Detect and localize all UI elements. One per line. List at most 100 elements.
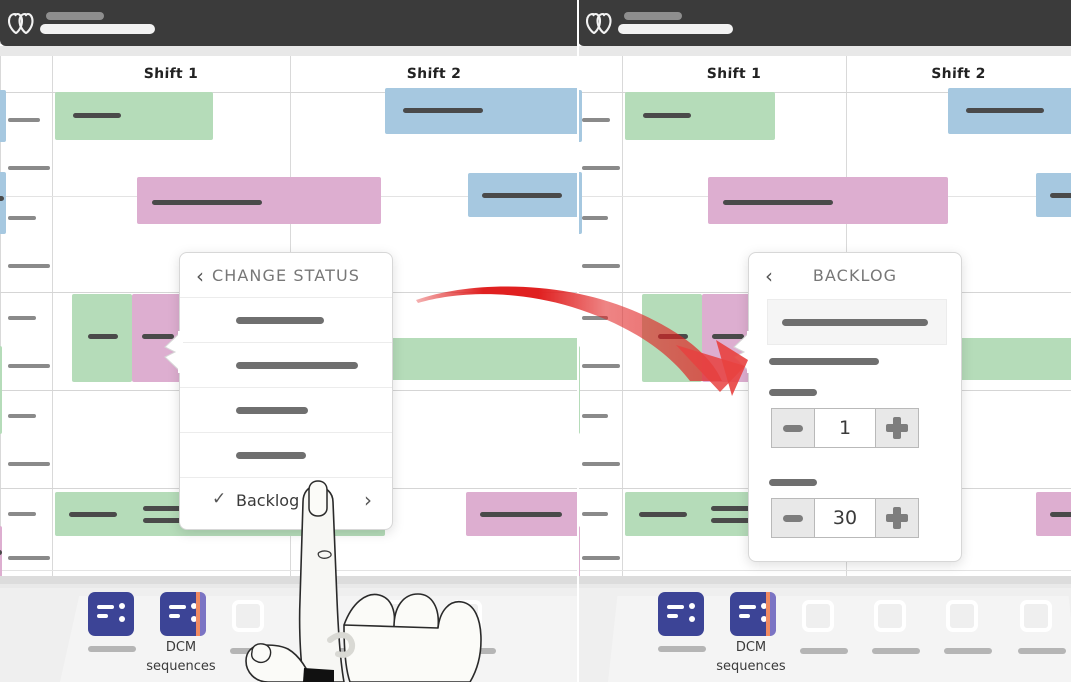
plus-icon: [886, 514, 908, 522]
titlebar-title-redacted: [618, 24, 733, 34]
dock-app-3-label-redacted: [800, 648, 848, 654]
chevron-left-icon[interactable]: ‹: [765, 264, 773, 288]
backlog-search-value-redacted: [782, 319, 928, 326]
panel-after: Shift 1 Shift 2 DCM sequences ‹ BACKLOG …: [578, 0, 1071, 682]
titlebar-after: [578, 0, 1071, 49]
event-block[interactable]: [0, 346, 2, 434]
event-block[interactable]: [948, 88, 1071, 134]
backlog-stepper-2: 30: [771, 498, 919, 538]
time-label-redacted: [582, 414, 608, 418]
time-label-redacted: [582, 118, 610, 122]
event-block[interactable]: [1036, 492, 1071, 536]
time-label-redacted: [8, 512, 36, 516]
dock-app-dcm-sequences[interactable]: [730, 592, 776, 636]
plus-icon: [886, 424, 908, 432]
menu-item-backlog[interactable]: ✓ Backlog ›: [180, 477, 392, 523]
stepper-1-increment-button[interactable]: [875, 408, 919, 448]
dock-app-1[interactable]: [658, 592, 704, 636]
menu-item-backlog-label: Backlog: [236, 491, 300, 510]
backlog-popup: ‹ BACKLOG 1 30: [733, 252, 962, 562]
event-block[interactable]: [55, 92, 213, 140]
check-icon: ✓: [212, 489, 227, 509]
chevron-left-icon[interactable]: ‹: [196, 264, 204, 288]
toolbar-strip-after: [578, 46, 1071, 56]
dock-app-4-empty-slot-icon[interactable]: [304, 600, 336, 632]
menu-item[interactable]: [180, 432, 392, 477]
event-block[interactable]: [466, 492, 578, 536]
stepper-2-decrement-button[interactable]: [771, 498, 815, 538]
dock-app-1-label-redacted: [88, 646, 136, 652]
event-block[interactable]: [72, 294, 132, 382]
time-label-redacted: [8, 216, 36, 220]
dock-app-5-empty-slot-icon[interactable]: [946, 600, 978, 632]
time-label-redacted: [8, 166, 50, 170]
event-block[interactable]: [1036, 173, 1071, 217]
popup-header: ‹ CHANGE STATUS: [180, 253, 392, 297]
list-card-icon: [88, 592, 134, 636]
dock-app-dcm-label-line2: sequences: [716, 659, 786, 674]
minus-icon: [783, 424, 803, 432]
dock-app-dcm-sequences[interactable]: [160, 592, 206, 636]
dock-app-6-empty-slot-icon[interactable]: [450, 600, 482, 632]
popup-tail-icon: [733, 331, 752, 373]
menu-item-label-redacted: [236, 361, 358, 369]
dock-app-1[interactable]: [88, 592, 134, 636]
menu-item[interactable]: [180, 297, 392, 342]
event-block[interactable]: [468, 173, 578, 217]
time-label-redacted: [8, 264, 50, 268]
menu-item[interactable]: [180, 342, 392, 387]
backlog-search-input[interactable]: [767, 299, 947, 345]
dock-before: DCM sequences: [0, 576, 578, 682]
column-header-shift-1: Shift 1: [706, 66, 762, 82]
time-label-redacted: [582, 512, 608, 516]
time-label-redacted: [8, 364, 50, 368]
event-block[interactable]: [0, 90, 6, 142]
popup-tail-icon: [164, 331, 183, 373]
dock-app-1-label-redacted: [658, 646, 706, 652]
event-block[interactable]: [625, 92, 775, 140]
menu-item-label-redacted: [236, 406, 308, 414]
stepper-1-value[interactable]: 1: [815, 408, 875, 448]
time-label-redacted: [582, 166, 620, 170]
stepper-2-increment-button[interactable]: [875, 498, 919, 538]
stepper-1-decrement-button[interactable]: [771, 408, 815, 448]
event-block[interactable]: [708, 177, 948, 224]
screenshot-root: Shift 1 Shift 2 DCM sequences ‹ CHANGE S…: [0, 0, 1071, 682]
time-label-redacted: [8, 414, 36, 418]
column-header-shift-2: Shift 2: [406, 66, 462, 82]
dock-app-6-label-redacted: [1018, 648, 1066, 654]
dock-app-5-empty-slot-icon[interactable]: [376, 600, 408, 632]
popup-title: CHANGE STATUS: [211, 265, 361, 285]
time-label-redacted: [582, 264, 620, 268]
dock-app-3-empty-slot-icon[interactable]: [232, 600, 264, 632]
change-status-popup: ‹ CHANGE STATUS ✓ Backlog ›: [164, 252, 393, 530]
chevron-right-icon[interactable]: ›: [364, 488, 372, 512]
column-header-shift-1: Shift 1: [143, 66, 199, 82]
dock-app-3-label-redacted: [230, 648, 278, 654]
dock-app-dcm-label-line2: sequences: [146, 659, 216, 674]
backlog-stepper-1: 1: [771, 408, 919, 448]
toolbar-strip-before: [0, 46, 578, 56]
time-label-redacted: [582, 462, 620, 466]
dock-app-4-empty-slot-icon[interactable]: [874, 600, 906, 632]
dock-app-6-empty-slot-icon[interactable]: [1020, 600, 1052, 632]
titlebar-before: [0, 0, 578, 49]
list-card-striped-icon: [160, 592, 206, 636]
menu-item[interactable]: [180, 387, 392, 432]
event-block[interactable]: [0, 172, 6, 234]
time-label-redacted: [582, 556, 620, 560]
column-header-shift-2: Shift 2: [931, 66, 986, 82]
panel-before: Shift 1 Shift 2 DCM sequences ‹ CHANGE S…: [0, 0, 578, 682]
stepper-2-value[interactable]: 30: [815, 498, 875, 538]
dock-app-5-label-redacted: [374, 648, 422, 654]
backlog-label-3-redacted: [769, 479, 817, 486]
time-label-redacted: [582, 216, 608, 220]
event-block[interactable]: [137, 177, 381, 224]
list-card-striped-icon: [730, 592, 776, 636]
dock-app-3-empty-slot-icon[interactable]: [802, 600, 834, 632]
time-label-redacted: [8, 118, 40, 122]
event-block[interactable]: [385, 88, 578, 134]
titlebar-subtitle-redacted: [46, 12, 104, 20]
event-block[interactable]: [642, 294, 702, 382]
time-label-redacted: [8, 556, 50, 560]
